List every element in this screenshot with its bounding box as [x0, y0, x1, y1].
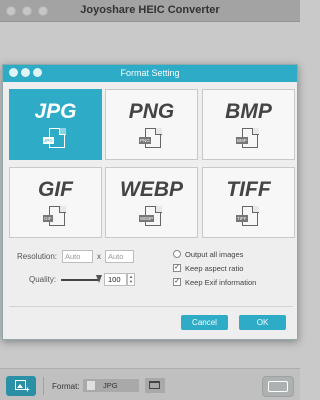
cancel-button[interactable]: Cancel — [181, 315, 228, 330]
file-icon: BMP — [236, 127, 259, 148]
format-tile-tiff[interactable]: TIFF TIFF — [202, 167, 295, 238]
dialog-title-bar: Format Setting — [3, 65, 297, 82]
file-icon: GIF — [43, 205, 66, 226]
quality-label: Quality: — [29, 275, 57, 284]
option-label: Keep Exif information — [185, 277, 257, 287]
format-tile-webp[interactable]: WEBP WEBP — [105, 167, 198, 238]
format-select[interactable]: JPG — [83, 379, 139, 392]
file-type-label: GIF — [43, 215, 53, 222]
file-type-label: BMP — [236, 137, 248, 144]
format-label: Format: — [52, 382, 80, 391]
output-folder-button[interactable] — [145, 378, 165, 393]
file-type-label: TIFF — [236, 215, 248, 222]
main-title-bar: Joyoshare HEIC Converter — [0, 0, 300, 22]
file-icon: TIFF — [236, 205, 259, 226]
format-tile-jpg[interactable]: JPG JPG — [9, 89, 102, 160]
format-name: TIFF — [226, 178, 271, 201]
app-title: Joyoshare HEIC Converter — [80, 4, 220, 16]
dialog-title: Format Setting — [120, 68, 180, 78]
option-output-all-images[interactable]: Output all images — [173, 249, 243, 259]
format-tile-bmp[interactable]: BMP BMP — [202, 89, 295, 160]
file-icon — [87, 381, 95, 390]
quality-value-input[interactable]: 100 — [104, 273, 127, 286]
option-label: Output all images — [185, 249, 244, 259]
checkbox-keep-aspect-ratio[interactable]: ✓ — [173, 264, 181, 272]
format-tile-png[interactable]: PNG PNG — [105, 89, 198, 160]
option-label: Keep aspect ratio — [185, 263, 244, 273]
file-type-label: WEBP — [139, 215, 155, 222]
format-select-value: JPG — [103, 381, 118, 390]
convert-icon — [268, 381, 288, 392]
file-icon: WEBP — [139, 205, 162, 226]
format-name: GIF — [38, 178, 73, 201]
file-icon: JPG — [43, 127, 66, 148]
bottom-toolbar: + Format: JPG — [0, 368, 300, 400]
file-type-label: PNG — [139, 137, 151, 144]
option-keep-aspect-ratio[interactable]: ✓ Keep aspect ratio — [173, 263, 243, 273]
option-keep-exif[interactable]: ✓ Keep Exif information — [173, 277, 256, 287]
file-icon: PNG — [139, 127, 162, 148]
format-tile-gif[interactable]: GIF GIF — [9, 167, 102, 238]
quality-slider-knob[interactable] — [96, 275, 102, 283]
radio-output-all-images[interactable] — [173, 250, 181, 258]
add-image-button[interactable]: + — [6, 376, 36, 396]
format-name: PNG — [128, 100, 175, 123]
format-name: WEBP — [120, 178, 183, 201]
format-grid: JPG JPG PNG PNG BMP BMP GIF GIF WEBP WEB… — [9, 89, 295, 239]
divider — [9, 306, 293, 307]
resolution-label: Resolution: — [17, 252, 58, 261]
resolution-separator: x — [97, 252, 101, 261]
file-type-label: JPG — [43, 137, 54, 144]
quality-slider[interactable] — [61, 279, 99, 281]
folder-icon — [149, 381, 160, 389]
resolution-height-input[interactable]: Auto — [105, 250, 134, 263]
format-name: BMP — [225, 100, 272, 123]
chevron-down-icon[interactable]: ▼ — [128, 279, 134, 284]
quality-stepper[interactable]: ▲ ▼ — [127, 273, 135, 286]
resolution-width-input[interactable]: Auto — [62, 250, 93, 263]
format-setting-dialog: Format Setting JPG JPG PNG PNG BMP BMP G… — [2, 64, 298, 340]
divider — [43, 377, 44, 395]
checkbox-keep-exif[interactable]: ✓ — [173, 278, 181, 286]
plus-icon: + — [25, 385, 30, 394]
format-name: JPG — [34, 100, 77, 123]
ok-button[interactable]: OK — [239, 315, 286, 330]
convert-button[interactable] — [262, 376, 294, 397]
